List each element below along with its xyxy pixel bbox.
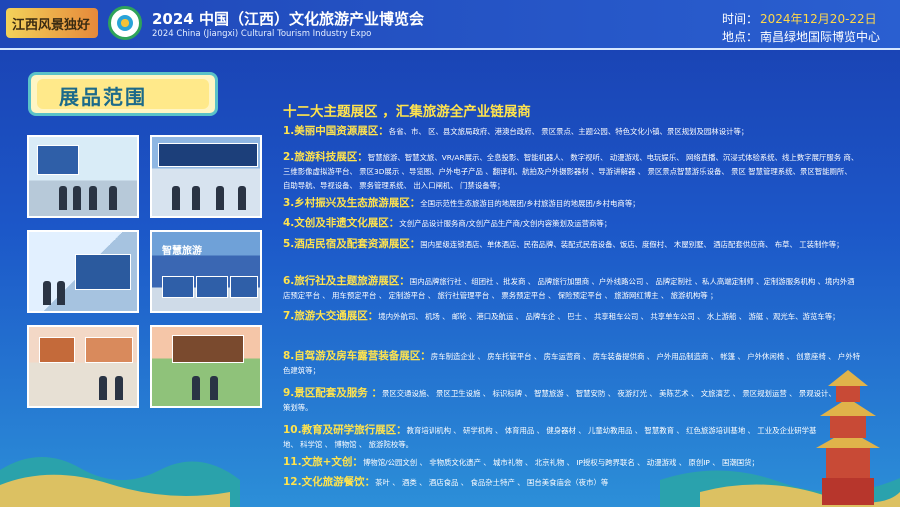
zone-body: 博物馆/公园文创 、 非物质文化遗产 、 城市礼物 、 北京礼物 、 IP授权与…	[362, 458, 759, 467]
section-badge-label: 展品范围	[59, 85, 147, 109]
zone-title: 11.文旅+文创：	[283, 456, 363, 468]
place-value: 南昌绿地国际博览中心	[760, 30, 881, 44]
zone-entry: 10.教育及研学旅行展区：教育培训机构 、 研学机构 、 体育用品 、 健身器材…	[283, 423, 823, 452]
zone-entry: 12.文化旅游餐饮：茶叶 、 酒类 、 酒店食品 、 食品杂土特产 、 国台美食…	[283, 475, 803, 490]
header-bar: 江西风景独好 2024 中国（江西）文化旅游产业博览会 2024 China (…	[0, 0, 900, 50]
expo-title: 2024 中国（江西）文化旅游产业博览会	[152, 10, 424, 28]
zone-title: 1.美丽中国资源展区：	[283, 125, 389, 137]
zone-entry: 11.文旅+文创：博物馆/公园文创 、 非物质文化遗产 、 城市礼物 、 北京礼…	[283, 455, 803, 470]
zone-entry: 5.酒店民宿及配套资源展区：国内星级连锁酒店、单体酒店、民宿品牌、装配式民宿设备…	[283, 237, 861, 252]
zone-body: 全国示范性生态旅游目的地展团/乡村旅游目的地展团/乡村电商等；	[420, 199, 640, 208]
zone-entry: 6.旅行社及主题旅游展区：国内品牌旅行社 、组团社 、批发商 、 品牌旅行加盟商…	[283, 274, 861, 303]
zone-entry: 4.文创及非遗文化展区：文创产品设计服务商/文创产品生产商/文创内容策划及运营商…	[283, 216, 861, 231]
photo-exhibition-5	[27, 325, 139, 408]
expo-emblem-icon	[108, 6, 142, 40]
zone-entry: 8.自驾游及房车露营装备展区：房车制造企业 、 房车托管平台 、 房车运营商 、…	[283, 349, 861, 378]
zone-body: 茶叶 、 酒类 、 酒店食品 、 食品杂土特产 、 国台美食庙会（夜市）等	[375, 478, 609, 487]
zone-title: 6.旅行社及主题旅游展区：	[283, 275, 410, 287]
zone-title: 5.酒店民宿及配套资源展区：	[283, 238, 421, 250]
zone-entry: 9.景区配套及服务 ：景区交通设施、 景区卫生设施 、 标识标牌 、 智慧旅游 …	[283, 386, 861, 415]
zone-title: 10.教育及研学旅行展区：	[283, 424, 407, 436]
zone-title: 3.乡村振兴及生态旅游展区：	[283, 197, 421, 209]
zone-body: 境内外航司、 机场 、 邮轮 、港口及航运 、 品牌车企 、 巴士 、 共享租车…	[378, 312, 840, 321]
zone-title: 12.文化旅游餐饮：	[283, 476, 376, 488]
zone-title: 7.旅游大交通展区：	[283, 310, 379, 322]
zone-entry: 2.旅游科技展区：智慧旅游、智慧文旅、VR/AR展示、全息投影、智能机器人、 数…	[283, 150, 861, 193]
zone-title: 4.文创及非遗文化展区：	[283, 217, 400, 229]
section-badge: 展品范围	[28, 72, 218, 116]
zone-title: 9.景区配套及服务 ：	[283, 387, 382, 399]
jiangxi-tourism-logo: 江西风景独好	[6, 8, 98, 38]
logo-text: 江西风景独好	[12, 18, 91, 33]
zone-body: 国内星级连锁酒店、单体酒店、民宿品牌、装配式民宿设备、饭店、度假村、 木屋别墅、…	[420, 240, 844, 249]
expo-title-english: 2024 China (Jiangxi) Cultural Tourism In…	[152, 29, 372, 39]
zone-entry: 1.美丽中国资源展区：各省、市、 区、县文旅局政府、港澳台政府、 景区景点、主题…	[283, 124, 861, 139]
zone-title: 8.自驾游及房车露营装备展区：	[283, 350, 431, 362]
photo-exhibition-6	[150, 325, 262, 408]
zones-heading: 十二大主题展区 ，汇集旅游全产业链展商	[283, 104, 531, 120]
time-label: 时间：	[722, 12, 759, 26]
zone-title: 2.旅游科技展区：	[283, 151, 368, 163]
zone-body: 文创产品设计服务商/文创产品生产商/文创内容策划及运营商等；	[399, 219, 612, 228]
place-label: 地点：	[722, 30, 759, 44]
time-value: 2024年12月20-22日	[760, 12, 877, 26]
photo-exhibition-3	[27, 230, 139, 313]
zone-entry: 3.乡村振兴及生态旅游展区：全国示范性生态旅游目的地展团/乡村旅游目的地展团/乡…	[283, 196, 861, 211]
photo-exhibition-1	[27, 135, 139, 218]
pavilion-tower-icon	[816, 370, 880, 505]
photo-smart-tourism: 智慧旅游	[150, 230, 262, 313]
expo-slide: 江西风景独好 2024 中国（江西）文化旅游产业博览会 2024 China (…	[0, 0, 900, 507]
photo-exhibition-2	[150, 135, 262, 218]
zone-body: 各省、市、 区、县文旅局政府、港澳台政府、 景区景点、主题公园、特色文化小镇、景…	[388, 127, 749, 136]
zone-entry: 7.旅游大交通展区：境内外航司、 机场 、 邮轮 、港口及航运 、 品牌车企 、…	[283, 309, 861, 324]
zone-body: 智慧旅游、智慧文旅、VR/AR展示、全息投影、智能机器人、 数字视听、 动漫游戏…	[283, 153, 859, 190]
photo-caption: 智慧旅游	[162, 246, 202, 257]
